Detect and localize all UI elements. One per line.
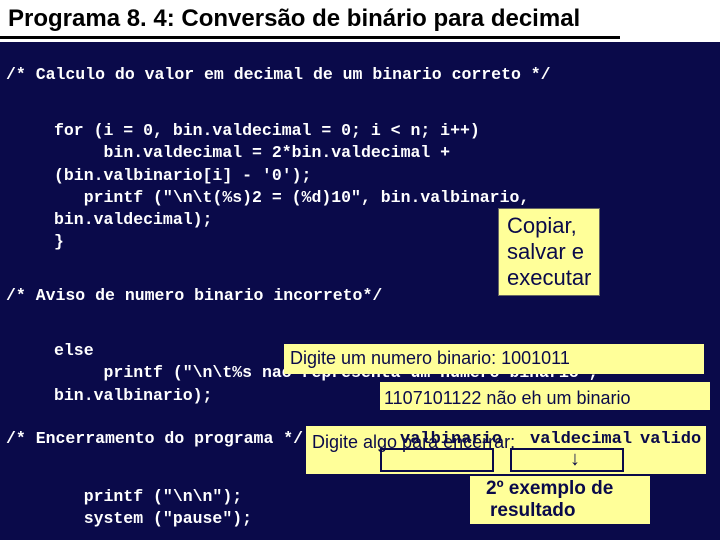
code-block-3: printf ("\n\n"); system ("pause"); <box>54 486 252 531</box>
overlay-valbinario: valbinario <box>400 430 502 449</box>
code-comment-2: /* Aviso de numero binario incorreto*/ <box>6 285 382 307</box>
title-underline <box>0 36 620 39</box>
slide-title: Programa 8. 4: Conversão de binário para… <box>6 4 584 35</box>
overlay-example-2: resultado <box>490 500 576 522</box>
callout-copy: Copiar, salvar e executar <box>498 208 600 296</box>
overlay-digite-1: Digite um numero binario: 1001011 <box>290 348 570 369</box>
overlay-result-b: 1107101122 não eh um binario <box>384 388 631 409</box>
code-comment-3: /* Encerramento do programa */ <box>6 428 303 450</box>
overlay-example-1: 2º exemplo de <box>486 478 613 500</box>
code-comment-1: /* Calculo do valor em decimal de um bin… <box>6 64 551 86</box>
box-valdecimal <box>510 448 624 472</box>
arrow-down-icon: ↓ <box>570 448 580 471</box>
overlay-valdecimal: valdecimal <box>530 430 632 449</box>
overlay-valido: valido <box>640 430 701 449</box>
box-valbinario <box>380 448 494 472</box>
